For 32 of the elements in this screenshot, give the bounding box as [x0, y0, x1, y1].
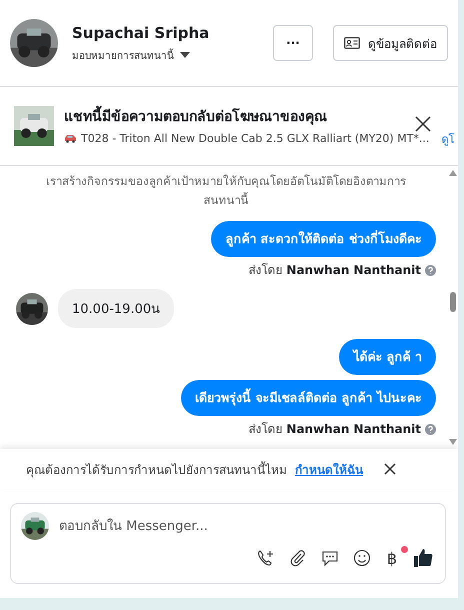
contact-name: Supachai Sripha — [72, 24, 210, 42]
close-icon[interactable] — [414, 115, 432, 133]
id-card-icon — [344, 37, 360, 49]
ad-title-text: T028 - Triton All New Double Cab 2.5 GLX Ralliart (MY20) MT*... — [81, 132, 430, 145]
message-bubble: ได้ค่ะ ลูกค้ า — [339, 339, 436, 375]
scrollbar-thumb[interactable] — [450, 292, 456, 312]
paperclip-icon[interactable] — [288, 549, 307, 567]
message-bubble: 10.00-19.00น — [58, 289, 174, 328]
more-button[interactable]: ··· — [273, 25, 313, 61]
payment-button[interactable]: ฿ — [384, 548, 399, 568]
scroll-up-icon[interactable] — [449, 170, 457, 176]
view-link[interactable]: ดูโ — [441, 130, 454, 148]
assign-to-me-link[interactable]: กำหนดให้ฉัน — [295, 460, 363, 478]
assign-dropdown[interactable]: มอบหมายการสนทนานี้ — [72, 48, 273, 62]
add-call-icon[interactable] — [256, 549, 275, 567]
view-contact-button[interactable]: ดูข้อมูลติดต่อ — [333, 25, 448, 61]
help-icon[interactable] — [425, 424, 436, 434]
ad-reply-title: แชทนี้มีข้อความตอบกลับต่อโฆษณาของคุณ — [64, 104, 327, 126]
system-notice: เราสร้างกิจกรรมของลูกค้าเป้าหมายให้กับคุณโดยอัตโนมัติโดยอิงตามการสนทนานี้ — [45, 173, 407, 209]
car-icon — [64, 134, 77, 143]
scroll-down-icon[interactable] — [449, 439, 457, 445]
message-bubble: เดียวพรุ่งนี้ จะมีเชลล์ติดต่อ ลูกค้า ไปนะคะ — [180, 380, 436, 416]
message-bubble: ลูกค้า สะดวกให้ติดต่อ ช่วงกี่โมงดีคะ — [211, 221, 436, 257]
close-icon[interactable] — [383, 462, 397, 476]
chat-bubble-icon[interactable] — [320, 549, 339, 567]
sent-by-text: ส่งโดย Nanwhan Nanthanit — [248, 262, 421, 278]
assign-prompt: คุณต้องการได้รับการกำหนดไปยังการสนทนานี้ไหม — [26, 460, 287, 478]
help-icon[interactable] — [425, 264, 436, 276]
emoji-icon[interactable] — [352, 549, 371, 567]
caret-icon — [180, 52, 190, 58]
thumbs-up-icon[interactable] — [413, 548, 433, 568]
sent-by-text: ส่งโดย Nanwhan Nanthanit — [248, 421, 421, 437]
